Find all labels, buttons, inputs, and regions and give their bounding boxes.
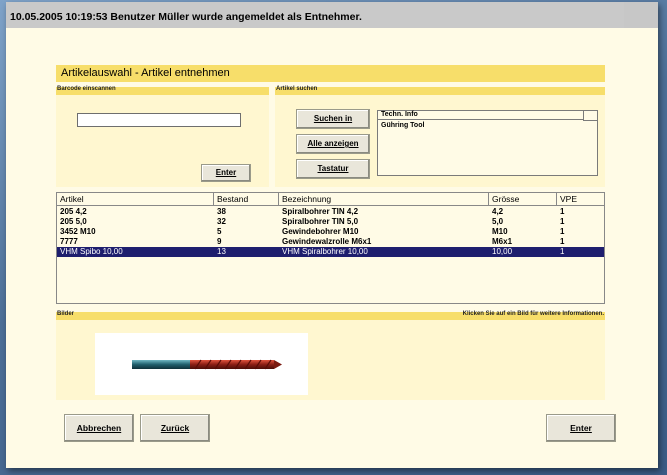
back-button[interactable]: Zurück: [140, 414, 210, 442]
barcode-section-label: Barcode einscannen: [57, 86, 116, 92]
status-message: 10.05.2005 10:19:53 Benutzer Müller wurd…: [10, 11, 362, 23]
page-title: Artikelauswahl - Artikel entnehmen: [61, 67, 230, 79]
cell-artikel: 205 4,2: [60, 207, 87, 216]
cell-artikel: VHM Spibo 10,00: [60, 247, 123, 256]
drill-bit-icon: [132, 359, 282, 370]
search-section-label: Artikel suchen: [276, 86, 318, 92]
table-row[interactable]: 205 5,0 32 Spiralbohrer TIN 5,0 5,0 1: [57, 217, 604, 227]
search-in-label: Suchen in: [313, 114, 353, 123]
cell-groesse: M10: [492, 227, 508, 236]
cell-bezeichnung: Gewindewalzrolle M6x1: [282, 237, 372, 246]
tech-info-header: Techn. Info: [378, 111, 584, 120]
cancel-button[interactable]: Abbrechen: [64, 414, 134, 442]
cell-vpe: 1: [560, 217, 565, 226]
table-row-selected[interactable]: VHM Spibo 10,00 13 VHM Spiralbohrer 10,0…: [57, 247, 604, 257]
table-row[interactable]: 205 4,2 38 Spiralbohrer TIN 4,2 4,2 1: [57, 207, 604, 217]
enter-button[interactable]: Enter: [546, 414, 616, 442]
show-all-label: Alle anzeigen: [307, 139, 359, 148]
images-section-label: Bilder: [57, 311, 75, 317]
cell-groesse: 4,2: [492, 207, 504, 216]
col-vpe[interactable]: VPE: [557, 193, 604, 205]
table-header: Artikel Bestand Bezeichnung Grösse VPE: [57, 193, 604, 206]
enter-label: Enter: [570, 423, 592, 433]
cancel-label: Abbrechen: [76, 423, 122, 433]
cell-vpe: 1: [560, 237, 565, 246]
cell-bezeichnung: Spiralbohrer TIN 4,2: [282, 207, 359, 216]
cell-artikel: 7777: [60, 237, 78, 246]
show-all-button[interactable]: Alle anzeigen: [296, 134, 370, 154]
article-table: Artikel Bestand Bezeichnung Grösse VPE 2…: [56, 192, 605, 304]
cell-bestand: 9: [217, 237, 222, 246]
cell-groesse: M6x1: [492, 237, 513, 246]
cell-vpe: 1: [560, 227, 565, 236]
col-groesse[interactable]: Grösse: [489, 193, 557, 205]
cell-groesse: 5,0: [492, 217, 504, 226]
status-bar-end: [624, 2, 658, 28]
tech-info-scroll-corner: [583, 111, 597, 121]
barcode-section-header: Barcode einscannen: [56, 86, 269, 95]
table-row[interactable]: 3452 M10 5 Gewindebohrer M10 M10 1: [57, 227, 604, 237]
cell-artikel: 3452 M10: [60, 227, 96, 236]
keyboard-button[interactable]: Tastatur: [296, 159, 370, 179]
status-bar: 10.05.2005 10:19:53 Benutzer Müller wurd…: [6, 2, 658, 28]
col-bestand[interactable]: Bestand: [214, 193, 279, 205]
back-label: Zurück: [160, 423, 190, 433]
cell-bezeichnung: VHM Spiralbohrer 10,00: [282, 247, 368, 256]
tech-info-value: Gühring Tool: [381, 122, 425, 129]
cell-artikel: 205 5,0: [60, 217, 87, 226]
cell-bestand: 38: [217, 207, 226, 216]
page-title-bar: Artikelauswahl - Artikel entnehmen: [56, 65, 605, 82]
col-artikel[interactable]: Artikel: [57, 193, 214, 205]
search-in-button[interactable]: Suchen in: [296, 109, 370, 129]
cell-bestand: 32: [217, 217, 226, 226]
images-hint: Klicken Sie auf ein Bild für weitere Inf…: [462, 311, 604, 317]
cell-vpe: 1: [560, 247, 565, 256]
article-image[interactable]: [95, 333, 308, 395]
cell-groesse: 10,00: [492, 247, 513, 256]
search-section-header: Artikel suchen: [275, 86, 605, 95]
cell-bestand: 5: [217, 227, 222, 236]
cell-vpe: 1: [560, 207, 565, 216]
keyboard-label: Tastatur: [317, 164, 349, 173]
cell-bestand: 13: [217, 247, 226, 256]
barcode-enter-label: Enter: [215, 168, 237, 177]
barcode-enter-button[interactable]: Enter: [201, 164, 251, 182]
barcode-input[interactable]: [77, 113, 241, 127]
cell-bezeichnung: Spiralbohrer TIN 5,0: [282, 217, 359, 226]
cell-bezeichnung: Gewindebohrer M10: [282, 227, 359, 236]
table-row[interactable]: 7777 9 Gewindewalzrolle M6x1 M6x1 1: [57, 237, 604, 247]
images-section-header: Bilder Klicken Sie auf ein Bild für weit…: [56, 311, 605, 320]
tech-info-list[interactable]: Techn. Info Gühring Tool: [377, 110, 598, 176]
col-bezeichnung[interactable]: Bezeichnung: [279, 193, 489, 205]
